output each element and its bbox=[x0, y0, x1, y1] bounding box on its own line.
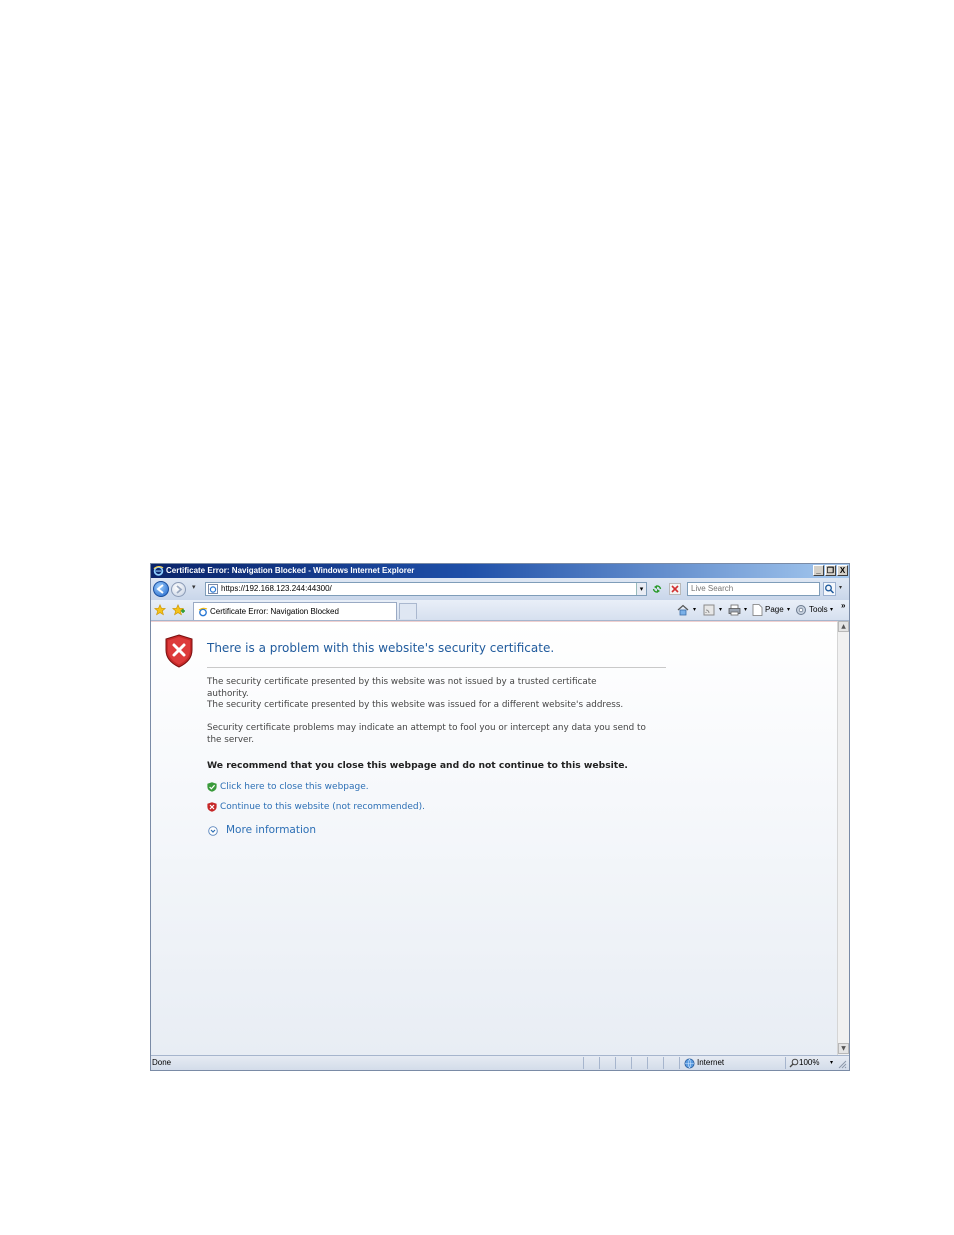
print-dropdown[interactable]: ▾ bbox=[744, 604, 747, 616]
back-arrow-icon bbox=[156, 584, 164, 594]
scroll-down-arrow-icon[interactable]: ▼ bbox=[838, 1043, 849, 1054]
scroll-up-arrow-icon[interactable]: ▲ bbox=[838, 621, 849, 632]
zoom-level[interactable]: 100% bbox=[799, 1058, 819, 1068]
address-field[interactable]: https://192.168.123.244:44300/ ▾ bbox=[205, 582, 647, 596]
address-dropdown-button[interactable]: ▾ bbox=[636, 583, 646, 595]
tools-gear-icon bbox=[796, 605, 806, 615]
status-pane bbox=[583, 1057, 599, 1069]
refresh-icon[interactable] bbox=[651, 583, 663, 595]
search-options-dropdown[interactable]: ▾ bbox=[839, 584, 842, 591]
expand-chevron-icon bbox=[208, 826, 218, 836]
zoom-magnifier-icon bbox=[789, 1058, 799, 1068]
tab-toolbar: Certificate Error: Navigation Blocked ▾ … bbox=[151, 600, 849, 621]
security-warning-text: Security certificate problems may indica… bbox=[207, 723, 646, 745]
home-icon[interactable] bbox=[677, 604, 689, 616]
more-information-link[interactable]: More information bbox=[226, 824, 316, 837]
tools-menu-dropdown[interactable]: ▾ bbox=[830, 604, 833, 616]
security-zone-text: Internet bbox=[697, 1058, 725, 1067]
forward-button[interactable] bbox=[171, 582, 186, 597]
internet-globe-icon bbox=[684, 1058, 695, 1069]
status-pane bbox=[647, 1057, 663, 1069]
zoom-dropdown[interactable]: ▾ bbox=[830, 1059, 833, 1066]
status-pane bbox=[615, 1057, 631, 1069]
stop-icon[interactable] bbox=[669, 583, 681, 595]
ie-logo-icon bbox=[153, 566, 164, 576]
status-text: Done bbox=[152, 1058, 172, 1067]
vertical-scrollbar[interactable]: ▲ ▼ bbox=[837, 621, 849, 1055]
page-icon bbox=[752, 604, 763, 616]
untrusted-authority-text: The security certificate presented by th… bbox=[207, 677, 597, 699]
status-pane bbox=[663, 1057, 679, 1069]
window-title: Certificate Error: Navigation Blocked - … bbox=[166, 566, 415, 575]
recent-pages-dropdown[interactable]: ▾ bbox=[192, 583, 196, 591]
recommendation-text: We recommend that you close this webpage… bbox=[207, 760, 628, 771]
tools-menu-button[interactable]: Tools bbox=[809, 604, 828, 616]
search-input[interactable] bbox=[689, 583, 821, 595]
minimize-button[interactable]: _ bbox=[813, 565, 824, 576]
red-shield-x-icon bbox=[207, 802, 217, 812]
address-toolbar: ▾ https://192.168.123.244:44300/ ▾ Live … bbox=[151, 578, 849, 601]
error-heading: There is a problem with this website's s… bbox=[207, 641, 555, 655]
more-commands-chevron[interactable]: » bbox=[841, 600, 845, 612]
search-icon[interactable] bbox=[823, 582, 836, 596]
restore-button[interactable]: ❐ bbox=[825, 565, 836, 576]
search-field[interactable] bbox=[687, 582, 821, 596]
feeds-icon[interactable] bbox=[703, 604, 715, 616]
title-bar[interactable]: Certificate Error: Navigation Blocked - … bbox=[151, 564, 849, 578]
back-button[interactable] bbox=[153, 581, 169, 597]
green-shield-check-icon bbox=[207, 782, 217, 792]
close-window-button[interactable]: X bbox=[837, 565, 848, 576]
continue-website-link[interactable]: Continue to this website (not recommende… bbox=[220, 801, 425, 813]
new-tab-button[interactable] bbox=[399, 603, 417, 619]
address-mismatch-text: The security certificate presented by th… bbox=[207, 700, 624, 710]
status-pane bbox=[599, 1057, 615, 1069]
tab-label: Certificate Error: Navigation Blocked bbox=[210, 607, 339, 616]
home-dropdown[interactable]: ▾ bbox=[693, 604, 696, 616]
feeds-dropdown[interactable]: ▾ bbox=[719, 604, 722, 616]
address-url: https://192.168.123.244:44300/ bbox=[221, 584, 332, 593]
tab-certificate-error[interactable]: Certificate Error: Navigation Blocked bbox=[193, 602, 397, 620]
favorites-star-icon[interactable] bbox=[154, 604, 166, 616]
page-content: There is a problem with this website's s… bbox=[151, 621, 837, 1056]
print-icon[interactable] bbox=[728, 604, 741, 616]
forward-arrow-icon bbox=[176, 585, 183, 594]
page-menu-dropdown[interactable]: ▾ bbox=[787, 604, 790, 616]
error-shield-icon bbox=[165, 634, 193, 668]
close-webpage-link[interactable]: Click here to close this webpage. bbox=[220, 781, 369, 793]
page-ie-icon bbox=[208, 584, 218, 594]
status-bar: Done Internet 100% ▾ bbox=[151, 1055, 849, 1070]
page-menu-button[interactable]: Page bbox=[765, 604, 784, 616]
tab-ie-icon bbox=[198, 607, 208, 617]
add-favorite-icon[interactable] bbox=[172, 604, 185, 616]
resize-grip-icon[interactable] bbox=[837, 1059, 847, 1069]
ie-window: Certificate Error: Navigation Blocked - … bbox=[150, 563, 850, 1071]
status-pane bbox=[631, 1057, 647, 1069]
heading-divider bbox=[207, 667, 666, 668]
